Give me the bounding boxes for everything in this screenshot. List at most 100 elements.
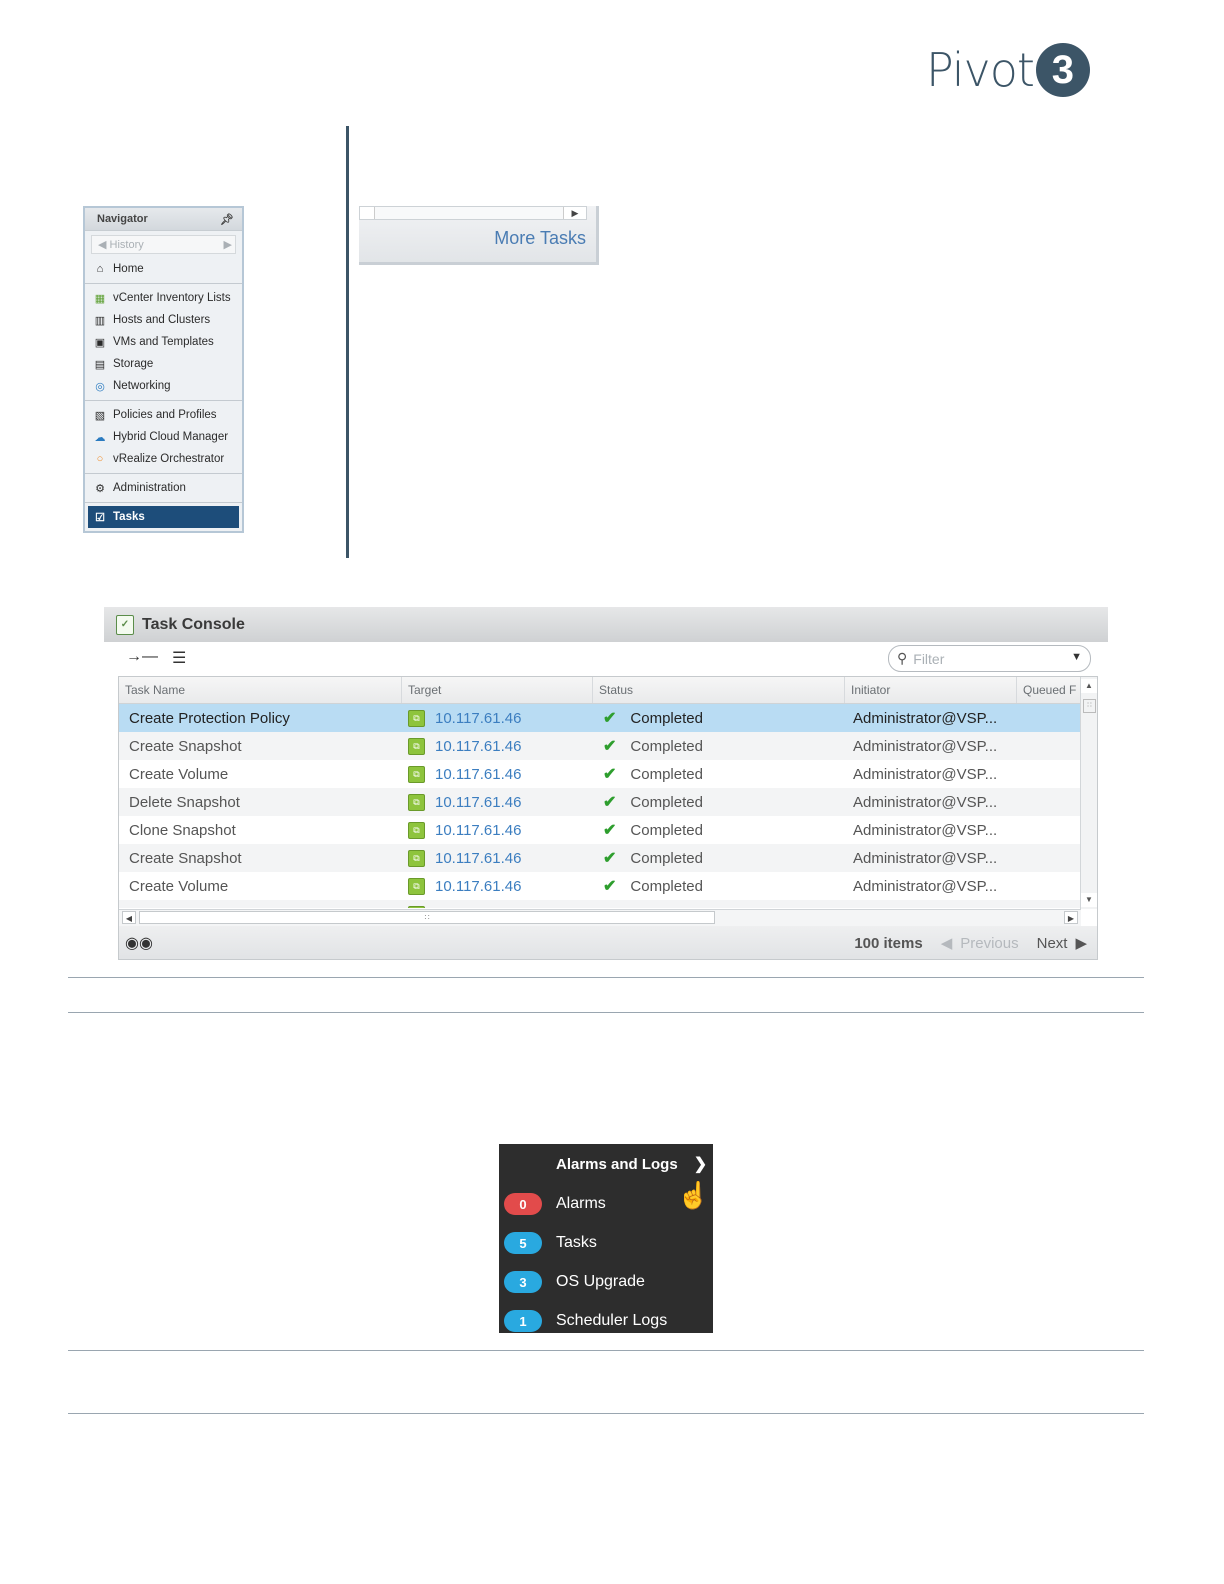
scroll-right-icon[interactable]: ▶ — [1064, 911, 1078, 924]
checkmark-icon: ✔ — [603, 710, 617, 727]
nav-item-home[interactable]: ⌂ Home — [85, 258, 242, 280]
target-link[interactable]: 10.117.61.46 — [435, 766, 521, 783]
target-link[interactable]: 10.117.61.46 — [435, 878, 521, 895]
nav-item-storage[interactable]: ▤ Storage — [85, 353, 242, 375]
item-label: Tasks — [556, 1234, 597, 1251]
alarms-logs-item-tasks[interactable]: 5 Tasks — [504, 1231, 597, 1255]
history-label: History — [109, 239, 144, 251]
cell-task-name: Create Snapshot — [129, 737, 242, 755]
task-console-title: Task Console — [142, 615, 245, 633]
nav-item-label: Tasks — [113, 511, 145, 523]
home-icon: ⌂ — [96, 263, 104, 275]
count-badge: 5 — [504, 1232, 542, 1254]
next-button[interactable]: Next ▶ — [1036, 934, 1087, 953]
target-link[interactable]: 10.117.61.46 — [435, 822, 521, 839]
cell-target: ⧉ 10.117.61.46 — [402, 844, 593, 872]
horizontal-scrollbar[interactable]: ▶ — [359, 206, 587, 220]
rule-4 — [68, 1413, 1144, 1414]
nav-item-hosts[interactable]: ▥ Hosts and Clusters — [85, 309, 242, 331]
previous-label: Previous — [960, 934, 1019, 952]
cell-status: ✔ Completed — [593, 872, 845, 900]
alarms-logs-item-os-upgrade[interactable]: 3 OS Upgrade — [504, 1270, 645, 1294]
cell-queued — [1017, 816, 1082, 844]
more-tasks-link[interactable]: More Tasks — [494, 228, 586, 249]
column-task-name[interactable]: Task Name — [119, 677, 402, 703]
cell-target: ⧉ 10.117.61.46 — [402, 760, 593, 788]
nav-item-label: vRealize Orchestrator — [113, 453, 225, 465]
cell-status: ✔ Completed — [593, 844, 845, 872]
cell-status: ✔ Completed — [593, 704, 845, 732]
table-row[interactable]: Delete Snapshot ⧉ 10.117.61.46 ✔ Completed Ad… — [119, 788, 1082, 816]
table-row[interactable]: Create Snapshot ⧉ 10.117.61.46 ✔ Completed Ad… — [119, 732, 1082, 760]
nav-item-cloud[interactable]: ☁ Hybrid Cloud Manager — [85, 426, 242, 448]
scroll-right-icon[interactable]: ▶ — [563, 207, 586, 219]
alarms-logs-item-scheduler-logs[interactable]: 1 Scheduler Logs — [504, 1309, 667, 1333]
cell-queued — [1017, 760, 1082, 788]
cell-target: ⧉ 10.117.61.46 — [402, 704, 593, 732]
table-row[interactable]: Clone Snapshot ⧉ 10.117.61.46 ✔ Completed Adm… — [119, 816, 1082, 844]
table-row[interactable]: Create Volume ⧉ 10.117.61.46 ✔ Completed Admi… — [119, 760, 1082, 788]
target-link[interactable]: 10.117.61.46 — [435, 738, 521, 755]
hosts-icon: ▥ — [94, 314, 106, 327]
nav-item-network[interactable]: ◎ Networking — [85, 375, 242, 397]
table-row[interactable]: Create Volume ⧉ 10.117.61.46 ✔ Completed Admi… — [119, 872, 1082, 900]
vertical-scrollbar[interactable]: ▲ ∷ ▼ — [1080, 677, 1097, 909]
previous-button[interactable]: ◀ Previous — [941, 934, 1019, 953]
table-row[interactable]: Create PG ⧉ 10.117.61.46 ✔ Completed Administ… — [119, 900, 1082, 908]
rule-3 — [68, 1350, 1144, 1351]
column-status[interactable]: Status — [593, 677, 845, 703]
grid-header: Task Name Target Status Initiator Queued… — [119, 677, 1082, 704]
nav-item-policies[interactable]: ▧ Policies and Profiles — [85, 404, 242, 426]
cell-queued — [1017, 732, 1082, 760]
nav-item-inventory[interactable]: ▦ vCenter Inventory Lists — [85, 287, 242, 309]
target-link[interactable]: 10.117.61.46 — [435, 710, 521, 727]
scroll-left-icon[interactable]: ◀ — [122, 911, 136, 924]
checkmark-icon: ✔ — [603, 766, 617, 783]
filter-input[interactable]: ⚲ Filter ▼ — [888, 645, 1091, 672]
column-queued[interactable]: Queued F — [1017, 677, 1082, 703]
nav-item-orchestrator[interactable]: ○ vRealize Orchestrator — [85, 448, 242, 470]
nav-item-label: Networking — [113, 380, 171, 392]
chevron-down-icon[interactable]: ❯ — [694, 1154, 707, 1174]
nav-item-vm[interactable]: ▣ VMs and Templates — [85, 331, 242, 353]
scroll-thumb[interactable] — [360, 207, 375, 219]
scroll-down-icon[interactable]: ▼ — [1081, 893, 1097, 907]
table-row[interactable]: Create Snapshot ⧉ 10.117.61.46 ✔ Completed Ad… — [119, 844, 1082, 872]
cell-task-name: Clone Snapshot — [129, 821, 236, 839]
dropdown-caret-icon[interactable]: ▼ — [1071, 651, 1082, 663]
nav-item-tasks[interactable]: ☑ Tasks — [88, 506, 239, 528]
column-initiator[interactable]: Initiator — [845, 677, 1017, 703]
nav-item-label: Hosts and Clusters — [113, 314, 211, 326]
grid-scroll-thumb[interactable]: ∷ — [139, 911, 715, 924]
nav-item-label: VMs and Templates — [113, 336, 214, 348]
binoculars-icon[interactable]: ◉◉ — [125, 933, 153, 953]
target-link[interactable]: 10.117.61.46 — [435, 794, 521, 811]
nav-item-label: Policies and Profiles — [113, 409, 217, 421]
target-link[interactable]: 10.117.61.46 — [435, 850, 521, 867]
history-button[interactable]: ◀ History ▶ — [91, 235, 236, 254]
target-link[interactable]: 10.117.61.46 — [435, 906, 521, 909]
pin-icon[interactable]: 📌︎ — [220, 213, 234, 226]
alarms-and-logs-header[interactable]: Alarms and Logs ❯ — [556, 1154, 707, 1174]
scroll-up-icon[interactable]: ▲ — [1081, 679, 1097, 693]
nav-item-label: Hybrid Cloud Manager — [113, 431, 229, 443]
collapse-icon[interactable]: →— — [126, 648, 158, 668]
nav-item-admin[interactable]: ⚙ Administration — [85, 477, 242, 499]
alarms-logs-item-alarms[interactable]: 0 Alarms — [504, 1192, 606, 1216]
host-icon: ⧉ — [408, 821, 425, 839]
back-arrow-icon: ◀ — [98, 239, 107, 251]
host-icon: ⧉ — [408, 765, 425, 783]
task-console-header: ✓ Task Console — [104, 607, 1108, 642]
next-label: Next — [1036, 934, 1068, 952]
item-label: Alarms — [556, 1195, 606, 1212]
cell-queued — [1017, 900, 1082, 908]
item-count: 100 items — [854, 934, 923, 952]
cell-status: ✔ Completed — [593, 732, 845, 760]
status-text: Completed — [630, 765, 703, 783]
inventory-icon: ▦ — [94, 292, 106, 305]
list-view-icon[interactable]: ☰ — [172, 648, 186, 668]
grid-horizontal-scrollbar[interactable]: ◀ ∷ ▶ — [119, 909, 1081, 926]
table-row[interactable]: Create Protection Policy ⧉ 10.117.61.46 ✔ Co… — [119, 704, 1082, 732]
column-chooser-icon[interactable]: ∷ — [1083, 699, 1096, 713]
column-target[interactable]: Target — [402, 677, 593, 703]
